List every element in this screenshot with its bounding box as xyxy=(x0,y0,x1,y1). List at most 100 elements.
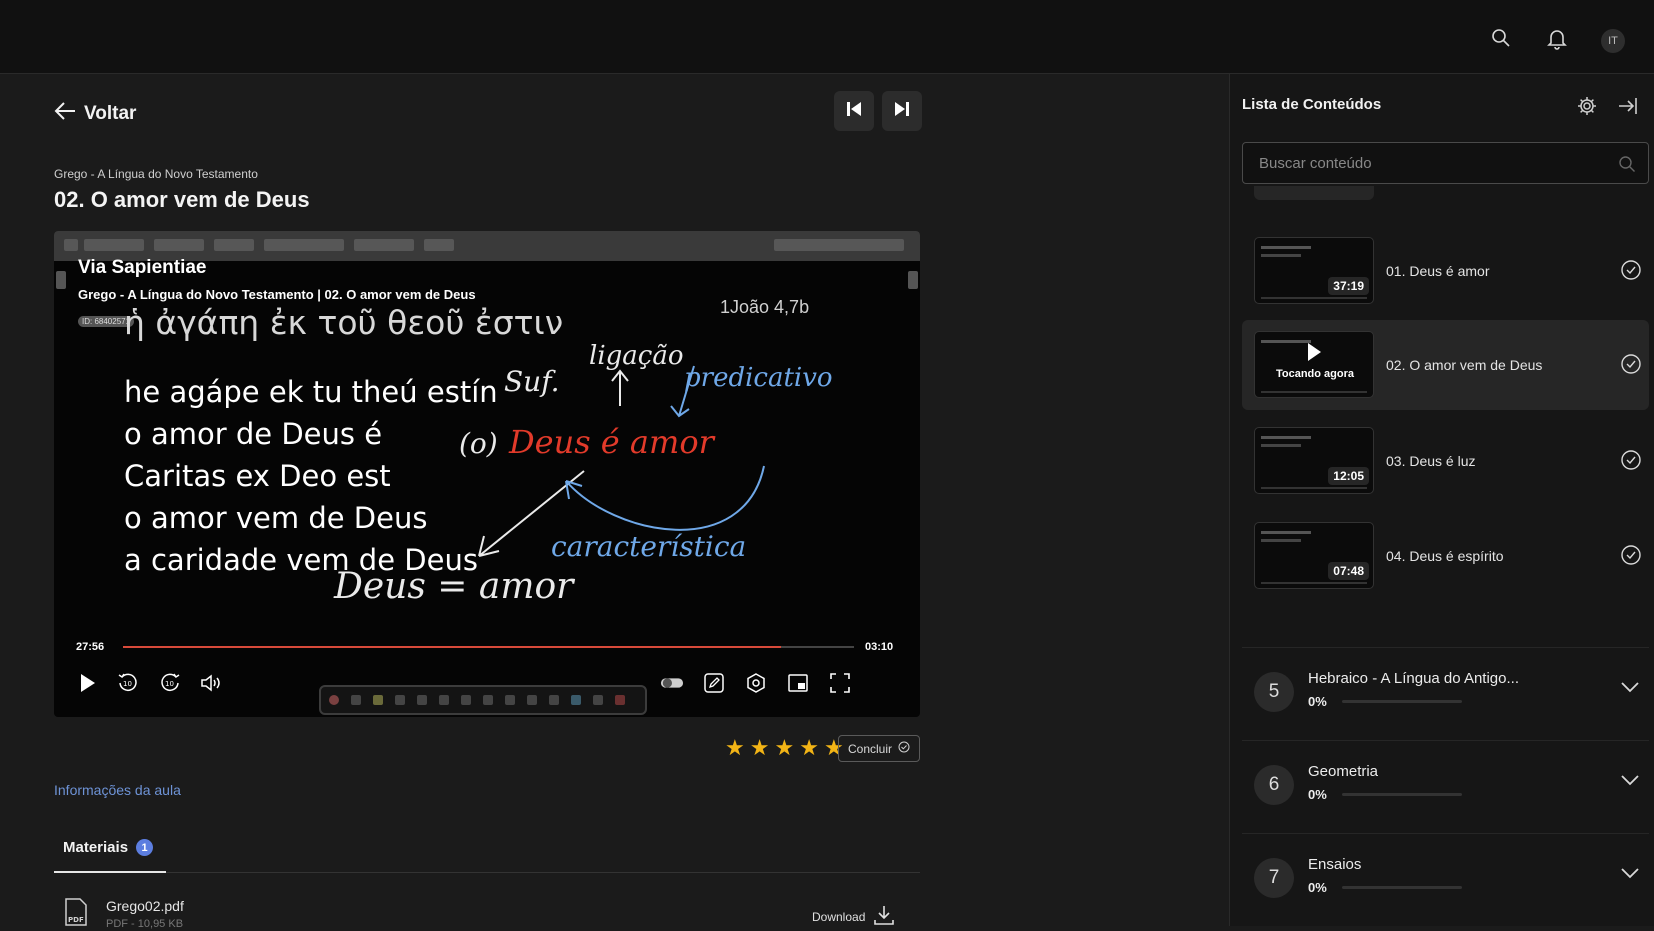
arrow-left-icon xyxy=(54,102,76,126)
star-icon[interactable]: ★ xyxy=(774,737,794,759)
previous-lesson-button[interactable] xyxy=(834,91,874,131)
chevron-down-icon[interactable] xyxy=(1621,866,1639,884)
module-percent: 0% xyxy=(1308,880,1327,895)
module-number: 5 xyxy=(1254,672,1294,712)
download-icon xyxy=(873,904,895,929)
tool-icon[interactable] xyxy=(571,695,581,705)
lesson-thumbnail: Tocando agora xyxy=(1254,331,1374,398)
avatar[interactable]: IT xyxy=(1601,29,1625,53)
search-icon[interactable] xyxy=(1618,155,1636,178)
previous-item-stub xyxy=(1254,186,1374,200)
module-item[interactable]: 6 Geometria 0% xyxy=(1242,740,1649,828)
tool-icon[interactable] xyxy=(373,695,383,705)
module-item[interactable]: 7 Ensaios 0% xyxy=(1242,833,1649,921)
rating-stars[interactable]: ★ ★ ★ ★ ★ xyxy=(725,737,844,759)
svg-text:PDF: PDF xyxy=(68,916,84,924)
video-player[interactable]: Via Sapientiae Grego - A Língua do Novo … xyxy=(54,231,920,717)
settings-icon[interactable] xyxy=(744,671,768,695)
lesson-label: 02. O amor vem de Deus xyxy=(1386,357,1543,373)
lesson-thumbnail: 07:48 xyxy=(1254,522,1374,589)
list-item[interactable]: 12:05 03. Deus é luz xyxy=(1242,416,1649,506)
bell-icon[interactable] xyxy=(1547,28,1569,50)
pip-icon[interactable] xyxy=(786,671,810,695)
star-icon[interactable]: ★ xyxy=(799,737,819,759)
tab-materials[interactable]: Materiais 1 xyxy=(63,839,154,856)
list-item[interactable]: 07:48 04. Deus é espírito xyxy=(1242,511,1649,601)
now-playing-label: Tocando agora xyxy=(1275,368,1355,380)
forward-10-icon[interactable]: 10 xyxy=(158,671,182,695)
star-icon[interactable]: ★ xyxy=(750,737,770,759)
tool-icon[interactable] xyxy=(439,695,449,705)
module-number: 7 xyxy=(1254,858,1294,898)
lesson-duration: 07:48 xyxy=(1328,562,1369,580)
lesson-label: 04. Deus é espírito xyxy=(1386,548,1504,564)
autoplay-toggle-icon[interactable] xyxy=(660,671,684,695)
search-icon[interactable] xyxy=(1491,28,1513,50)
tab-active-indicator xyxy=(54,871,166,873)
tab-divider xyxy=(54,872,920,873)
star-icon[interactable]: ★ xyxy=(725,737,745,759)
module-item[interactable]: 5 Hebraico - A Língua do Antigo... 0% xyxy=(1242,647,1649,735)
svg-text:10: 10 xyxy=(165,680,174,688)
download-label: Download xyxy=(812,909,866,924)
ink-ligacao: ligação xyxy=(589,341,684,371)
rewind-10-icon[interactable]: 10 xyxy=(116,671,140,695)
play-icon[interactable] xyxy=(76,671,100,695)
ink-deus-e-amor: Deus é amor xyxy=(508,423,716,461)
module-name: Ensaios xyxy=(1308,856,1362,873)
pdf-icon: PDF xyxy=(64,898,88,931)
tool-icon[interactable] xyxy=(395,695,405,705)
lesson-thumbnail: 37:19 xyxy=(1254,237,1374,304)
check-circle-icon xyxy=(898,741,910,756)
tool-icon[interactable] xyxy=(527,695,537,705)
list-item-active[interactable]: Tocando agora 02. O amor vem de Deus xyxy=(1242,320,1649,410)
ink-suf: Suf. xyxy=(504,365,559,398)
lesson-title: 02. O amor vem de Deus xyxy=(54,187,310,212)
top-bar: IT xyxy=(0,0,1654,74)
tool-icon[interactable] xyxy=(329,695,339,705)
check-circle-icon xyxy=(1621,260,1641,285)
lesson-duration: 37:19 xyxy=(1328,277,1369,295)
conclude-label: Concluir xyxy=(847,741,892,756)
tool-icon[interactable] xyxy=(461,695,471,705)
skip-previous-icon xyxy=(845,100,863,123)
tool-icon[interactable] xyxy=(417,695,427,705)
svg-text:10: 10 xyxy=(123,680,132,688)
tool-icon[interactable] xyxy=(483,695,493,705)
back-label: Voltar xyxy=(84,103,137,124)
lesson-thumbnail: 12:05 xyxy=(1254,427,1374,494)
tool-icon[interactable] xyxy=(549,695,559,705)
lesson-info-link[interactable]: Informações da aula xyxy=(54,782,181,798)
annotate-icon[interactable] xyxy=(702,671,726,695)
materials-count-badge: 1 xyxy=(136,839,154,856)
chevron-down-icon[interactable] xyxy=(1621,680,1639,698)
tool-icon[interactable] xyxy=(615,695,625,705)
drawing-tools[interactable] xyxy=(319,685,647,715)
download-button[interactable]: Download xyxy=(812,904,895,929)
tool-icon[interactable] xyxy=(505,695,515,705)
seek-bar[interactable] xyxy=(123,646,854,648)
tool-icon[interactable] xyxy=(351,695,361,705)
volume-icon[interactable] xyxy=(200,671,224,695)
tool-icon[interactable] xyxy=(593,695,603,705)
list-item[interactable]: 37:19 01. Deus é amor xyxy=(1242,226,1649,316)
fullscreen-icon[interactable] xyxy=(828,671,852,695)
module-number: 6 xyxy=(1254,765,1294,805)
content-list-sidebar: Lista de Conteúdos 37:19 01. Deus é amor… xyxy=(1229,74,1654,926)
module-name: Geometria xyxy=(1308,763,1379,780)
conclude-button[interactable]: Concluir xyxy=(838,735,920,762)
gear-icon[interactable] xyxy=(1577,96,1599,118)
collapse-sidebar-icon[interactable] xyxy=(1618,96,1640,118)
back-button[interactable]: Voltar xyxy=(54,102,136,126)
check-circle-icon xyxy=(1621,354,1641,379)
check-circle-icon xyxy=(1621,450,1641,475)
file-meta: PDF - 10,95 KB xyxy=(106,918,184,930)
handwriting-layer: Suf. ligação predicativo (o) Deus é amor… xyxy=(333,341,833,607)
course-name: Grego - A Língua do Novo Testamento xyxy=(54,167,258,181)
chevron-down-icon[interactable] xyxy=(1621,773,1639,791)
next-lesson-button[interactable] xyxy=(882,91,922,131)
material-file: PDF Grego02.pdf PDF - 10,95 KB Download xyxy=(64,898,914,931)
content-search-input[interactable] xyxy=(1259,153,1609,173)
module-percent: 0% xyxy=(1308,787,1327,802)
sidebar-title: Lista de Conteúdos xyxy=(1242,96,1382,113)
